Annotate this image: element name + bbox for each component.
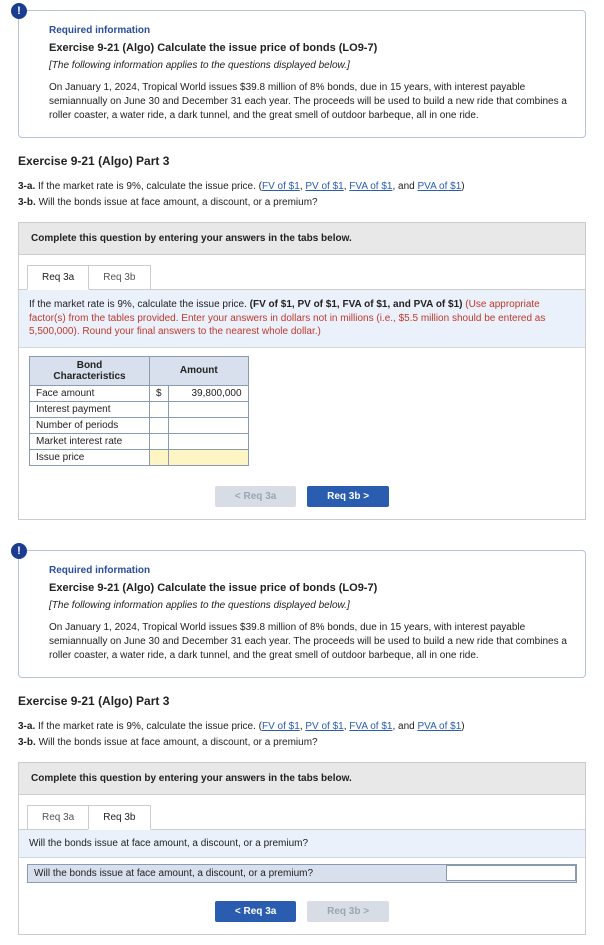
- prev-req-3a-button[interactable]: < Req 3a: [215, 901, 296, 922]
- q3b-answer-input[interactable]: [446, 865, 576, 881]
- pv-link[interactable]: PV of $1: [305, 181, 343, 192]
- prev-req-3a-button[interactable]: < Req 3a: [215, 486, 296, 507]
- fva-link[interactable]: FVA of $1: [349, 181, 392, 192]
- q3b-question: Will the bonds issue at face amount, a d…: [19, 830, 585, 858]
- table-row: Market interest rate: [30, 433, 249, 449]
- tab-req-3a[interactable]: Req 3a: [27, 805, 89, 830]
- answer-head: Complete this question by entering your …: [19, 763, 585, 795]
- table-row: Number of periods: [30, 417, 249, 433]
- fv-link[interactable]: FV of $1: [262, 181, 300, 192]
- q3b-row-label: Will the bonds issue at face amount, a d…: [28, 865, 446, 882]
- exclamation-icon: !: [11, 3, 27, 19]
- pva-link[interactable]: PVA of $1: [418, 721, 462, 732]
- fva-link[interactable]: FVA of $1: [349, 721, 392, 732]
- table-row: Face amount $ 39,800,000: [30, 385, 249, 401]
- answer-head: Complete this question by entering your …: [19, 223, 585, 255]
- periods-input[interactable]: [168, 417, 248, 433]
- q3b-answer-row: Will the bonds issue at face amount, a d…: [27, 864, 577, 883]
- fv-link[interactable]: FV of $1: [262, 721, 300, 732]
- table-row: Issue price: [30, 449, 249, 465]
- dollar-sign: $: [150, 385, 169, 401]
- tabs: Req 3a Req 3b: [19, 255, 585, 290]
- part-title: Exercise 9-21 (Algo) Part 3: [18, 154, 586, 168]
- tab-req-3b[interactable]: Req 3b: [88, 265, 150, 290]
- interest-payment-input[interactable]: [168, 401, 248, 417]
- issue-price-input[interactable]: [168, 449, 248, 465]
- market-rate-input[interactable]: [168, 433, 248, 449]
- exercise-body: On January 1, 2024, Tropical World issue…: [49, 621, 567, 663]
- pva-link[interactable]: PVA of $1: [418, 181, 462, 192]
- exclamation-icon: !: [11, 543, 27, 559]
- tab-req-3a[interactable]: Req 3a: [27, 265, 89, 290]
- nav-buttons: < Req 3a Req 3b >: [19, 895, 585, 934]
- question-3b: 3-b. Will the bonds issue at face amount…: [18, 196, 586, 210]
- required-info-box: ! Required information Exercise 9-21 (Al…: [18, 10, 586, 138]
- pv-link[interactable]: PV of $1: [305, 721, 343, 732]
- exercise-body: On January 1, 2024, Tropical World issue…: [49, 81, 567, 123]
- face-amount-value[interactable]: 39,800,000: [168, 385, 248, 401]
- question-3b: 3-b. Will the bonds issue at face amount…: [18, 736, 586, 750]
- part-title: Exercise 9-21 (Algo) Part 3: [18, 694, 586, 708]
- bond-table-wrap: Bond Characteristics Amount Face amount …: [19, 348, 585, 480]
- question-3a: 3-a. If the market rate is 9%, calculate…: [18, 180, 586, 194]
- exercise-title: Exercise 9-21 (Algo) Calculate the issue…: [49, 42, 567, 54]
- col-amount: Amount: [150, 356, 249, 385]
- applies-note: [The following information applies to th…: [49, 60, 567, 71]
- instruction-text: If the market rate is 9%, calculate the …: [19, 290, 585, 348]
- applies-note: [The following information applies to th…: [49, 600, 567, 611]
- required-info-box: ! Required information Exercise 9-21 (Al…: [18, 550, 586, 678]
- col-bond-char: Bond Characteristics: [30, 356, 150, 385]
- next-req-3b-button[interactable]: Req 3b >: [307, 901, 389, 922]
- table-row: Interest payment: [30, 401, 249, 417]
- bond-table: Bond Characteristics Amount Face amount …: [29, 356, 249, 466]
- required-info-label: Required information: [49, 25, 567, 36]
- tabs: Req 3a Req 3b: [19, 795, 585, 830]
- row-interest-label: Interest payment: [30, 401, 150, 417]
- nav-buttons: < Req 3a Req 3b >: [19, 480, 585, 519]
- row-face-amount-label: Face amount: [30, 385, 150, 401]
- answer-block-3b: Complete this question by entering your …: [18, 762, 586, 935]
- tab-req-3b[interactable]: Req 3b: [88, 805, 150, 830]
- row-issue-price-label: Issue price: [30, 449, 150, 465]
- next-req-3b-button[interactable]: Req 3b >: [307, 486, 389, 507]
- row-periods-label: Number of periods: [30, 417, 150, 433]
- exercise-title: Exercise 9-21 (Algo) Calculate the issue…: [49, 582, 567, 594]
- required-info-label: Required information: [49, 565, 567, 576]
- row-market-rate-label: Market interest rate: [30, 433, 150, 449]
- answer-block-3a: Complete this question by entering your …: [18, 222, 586, 520]
- question-3a: 3-a. If the market rate is 9%, calculate…: [18, 720, 586, 734]
